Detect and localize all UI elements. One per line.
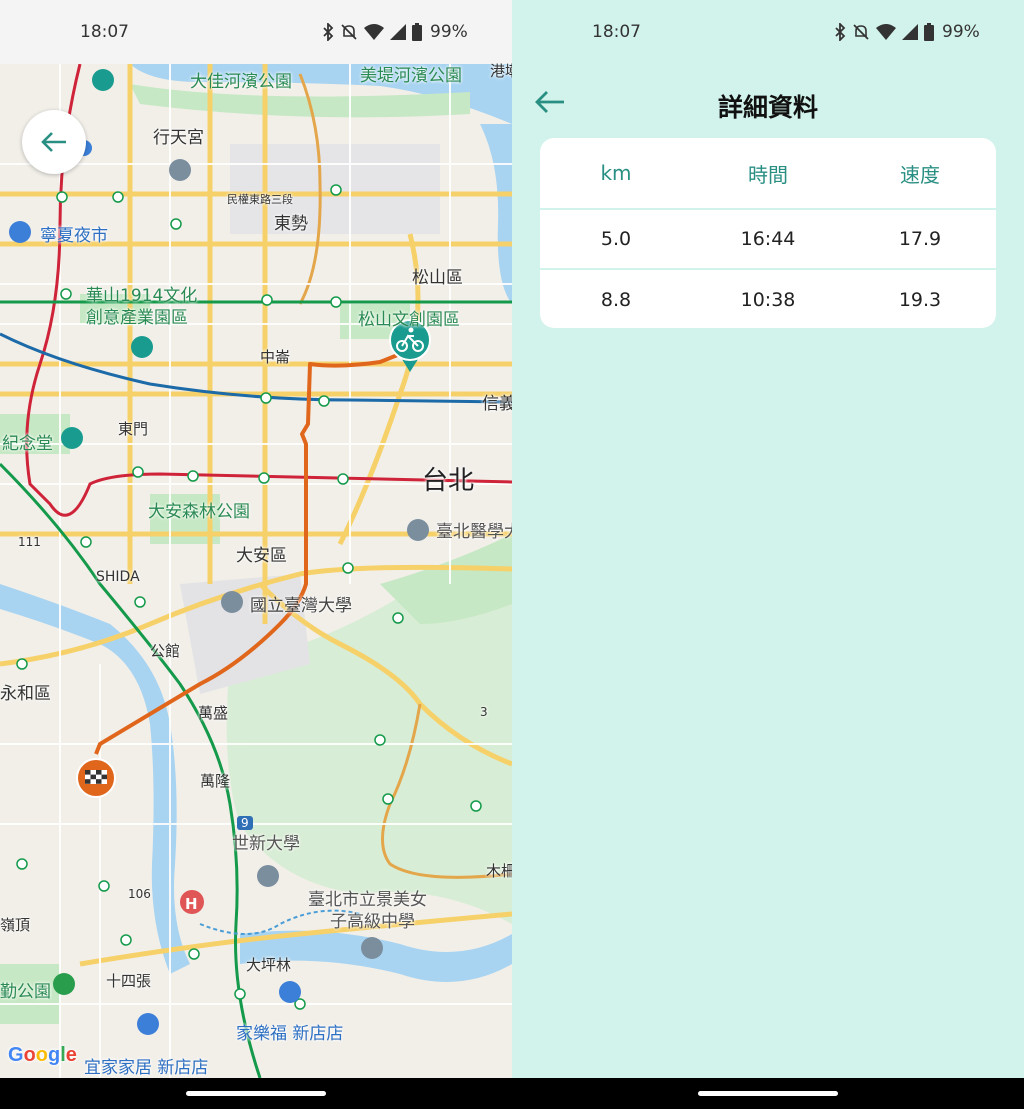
map-label: 木柵 bbox=[486, 862, 512, 880]
cell-km: 8.8 bbox=[600, 289, 632, 311]
map-label: 信義 bbox=[482, 394, 512, 414]
map-label: 公館 bbox=[150, 642, 181, 660]
map-label: 寧夏夜市 bbox=[40, 226, 108, 246]
status-time: 18:07 bbox=[592, 22, 641, 42]
status-time: 18:07 bbox=[80, 22, 129, 42]
bluetooth-icon bbox=[323, 23, 334, 41]
map-label: 東門 bbox=[118, 420, 149, 438]
cell-time: 10:38 bbox=[740, 289, 796, 311]
battery-percent: 99% bbox=[942, 22, 980, 42]
map-label: 松山文創園區 bbox=[358, 310, 460, 330]
status-icons: 99% bbox=[834, 22, 980, 42]
wifi-icon bbox=[876, 24, 896, 40]
column-header-time: 時間 bbox=[748, 162, 788, 187]
mute-icon bbox=[341, 24, 357, 40]
column-header-km: km bbox=[600, 161, 632, 185]
wifi-icon bbox=[364, 24, 384, 40]
map-back-button[interactable] bbox=[22, 110, 86, 174]
map-label: 臺北市立景美女 bbox=[308, 890, 427, 910]
home-handle[interactable] bbox=[698, 1091, 838, 1096]
battery-icon bbox=[412, 23, 422, 41]
map-label: 大安森林公園 bbox=[148, 502, 250, 522]
home-handle[interactable] bbox=[186, 1091, 326, 1096]
map-view[interactable]: H 大佳河濱公園 美堤河濱公園 港 行天宮 民權東路三段 東勢 寧夏夜市 松山區… bbox=[0, 64, 512, 1078]
map-label: 松山區 bbox=[412, 268, 463, 288]
map-label: 中崙 bbox=[260, 348, 291, 366]
map-label: SHIDA bbox=[96, 569, 140, 585]
map-label: 港墘 bbox=[490, 62, 512, 80]
map-canvas[interactable]: H bbox=[0, 64, 512, 1078]
battery-icon bbox=[924, 23, 934, 41]
map-label: 台北 bbox=[422, 466, 475, 496]
cell-km: 5.0 bbox=[600, 228, 632, 250]
map-label: 國立臺灣大學 bbox=[250, 596, 352, 616]
table-row: 8.8 10:38 19.3 bbox=[540, 270, 996, 328]
map-label: 創意產業園區 bbox=[86, 308, 188, 328]
table-row: 5.0 16:44 17.9 bbox=[540, 210, 996, 270]
map-label: 行天宮 bbox=[153, 128, 204, 148]
battery-percent: 99% bbox=[430, 22, 468, 42]
app-header: 詳細資料 bbox=[512, 72, 1024, 132]
map-label: 家樂福 新店店 bbox=[236, 1024, 344, 1044]
map-label: 萬隆 bbox=[200, 772, 231, 790]
details-screen: 18:07 99% 詳細資料 km 時間 速度 5.0 16:44 17.9 8… bbox=[512, 0, 1024, 1109]
cell-speed: 19.3 bbox=[898, 289, 942, 311]
nav-bar bbox=[0, 1078, 512, 1109]
map-label: 宜家家居 新店店 bbox=[84, 1058, 209, 1078]
mute-icon bbox=[853, 24, 869, 40]
hospital-icon: H bbox=[185, 895, 198, 913]
column-header-speed: 速度 bbox=[900, 162, 940, 187]
map-label: 民權東路三段 bbox=[227, 193, 293, 206]
nav-bar bbox=[512, 1078, 1024, 1109]
map-label: 臺北醫學大 bbox=[436, 522, 512, 542]
map-label: 十四張 bbox=[106, 972, 152, 990]
table-header-row: km 時間 速度 bbox=[540, 138, 996, 210]
cell-time: 16:44 bbox=[740, 228, 796, 250]
map-label: 111 bbox=[18, 535, 41, 549]
page-title: 詳細資料 bbox=[717, 93, 818, 122]
google-logo: Google bbox=[8, 1044, 77, 1066]
map-label: 9 bbox=[237, 816, 253, 830]
details-table: km 時間 速度 5.0 16:44 17.9 8.8 10:38 19.3 bbox=[540, 138, 996, 328]
map-label: 永和區 bbox=[0, 684, 51, 704]
map-label: 子高級中學 bbox=[330, 912, 415, 932]
cell-speed: 17.9 bbox=[898, 228, 942, 250]
signal-icon bbox=[390, 24, 406, 40]
arrow-left-icon bbox=[41, 132, 66, 152]
map-label: 華山1914文化 bbox=[86, 286, 198, 306]
map-label: 東勢 bbox=[274, 214, 308, 234]
checkered-flag-icon[interactable] bbox=[76, 758, 116, 798]
map-label: 3 bbox=[480, 705, 488, 719]
bluetooth-icon bbox=[835, 23, 846, 41]
map-screen: 18:07 99% H 大佳河濱公園 美堤河濱公園 港 行天宮 民權東路三段 東… bbox=[0, 0, 512, 1109]
status-icons: 99% bbox=[322, 22, 468, 42]
map-label: 大安區 bbox=[236, 546, 287, 566]
map-label: 紀念堂 bbox=[2, 434, 53, 454]
status-bar: 18:07 99% bbox=[512, 0, 1024, 64]
map-label: 106 bbox=[128, 887, 151, 901]
map-label: 大佳河濱公園 bbox=[190, 72, 292, 92]
map-label: 大坪林 bbox=[246, 956, 292, 974]
signal-icon bbox=[902, 24, 918, 40]
map-label: 世新大學 bbox=[232, 834, 300, 854]
map-label: 勤公園 bbox=[0, 982, 51, 1002]
map-label: 美堤河濱公園 bbox=[360, 66, 462, 86]
map-label: 萬盛 bbox=[198, 704, 229, 722]
map-label: 嶺頂 bbox=[0, 916, 31, 934]
status-bar: 18:07 99% bbox=[0, 0, 512, 64]
